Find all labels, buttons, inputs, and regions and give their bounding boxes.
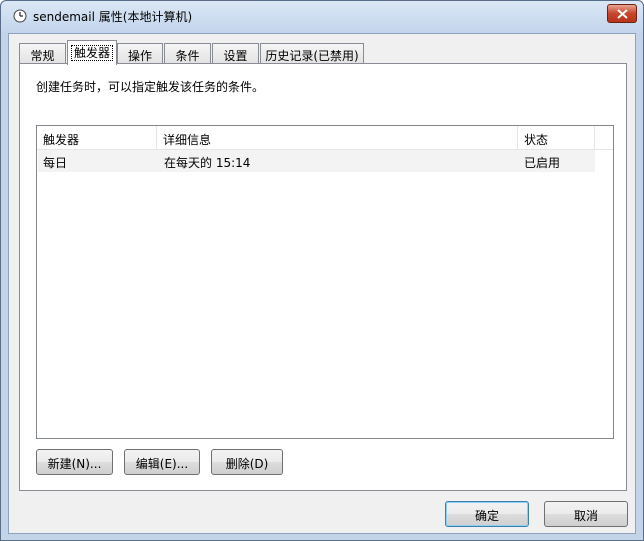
tab-history[interactable]: 历史记录(已禁用) [260,43,364,64]
triggers-panel: 创建任务时，可以指定触发该任务的条件。 触发器 详细信息 状态 每日 在每天的 … [19,63,627,491]
list-header: 触发器 详细信息 状态 [37,126,613,150]
column-header-trigger[interactable]: 触发器 [37,126,157,150]
tab-triggers[interactable]: 触发器 [67,40,117,65]
column-header-status[interactable]: 状态 [518,126,595,150]
panel-description: 创建任务时，可以指定触发该任务的条件。 [36,80,265,94]
details-cell: 在每天的 15:14 [164,156,251,170]
delete-trigger-button[interactable]: 删除(D) [211,449,283,475]
tab-triggers-label: 触发器 [70,45,113,61]
cancel-button[interactable]: 取消 [544,501,628,527]
tab-conditions[interactable]: 条件 [164,43,211,64]
status-cell: 已启用 [524,156,561,170]
column-header-details[interactable]: 详细信息 [157,126,518,150]
tab-settings[interactable]: 设置 [212,43,259,64]
tab-actions[interactable]: 操作 [117,43,163,64]
tab-general[interactable]: 常规 [19,43,66,64]
new-trigger-button[interactable]: 新建(N)... [36,449,113,475]
clock-icon [13,9,27,23]
close-button[interactable] [607,4,637,23]
properties-window: sendemail 属性(本地计算机) 常规 触发器 操作 条件 设置 历史记录… [0,0,644,541]
window-title: sendemail 属性(本地计算机) [33,10,193,24]
title-bar[interactable]: sendemail 属性(本地计算机) [1,1,643,33]
close-icon [617,9,628,19]
dialog-client-area: 常规 触发器 操作 条件 设置 历史记录(已禁用) 创建任务时，可以指定触发该任… [8,33,636,534]
trigger-cell: 每日 [43,156,68,170]
trigger-list[interactable]: 触发器 详细信息 状态 每日 在每天的 15:14 已启用 [36,125,614,439]
ok-button[interactable]: 确定 [445,501,529,527]
edit-trigger-button[interactable]: 编辑(E)... [124,449,200,475]
table-row[interactable]: 每日 在每天的 15:14 已启用 [38,150,595,172]
